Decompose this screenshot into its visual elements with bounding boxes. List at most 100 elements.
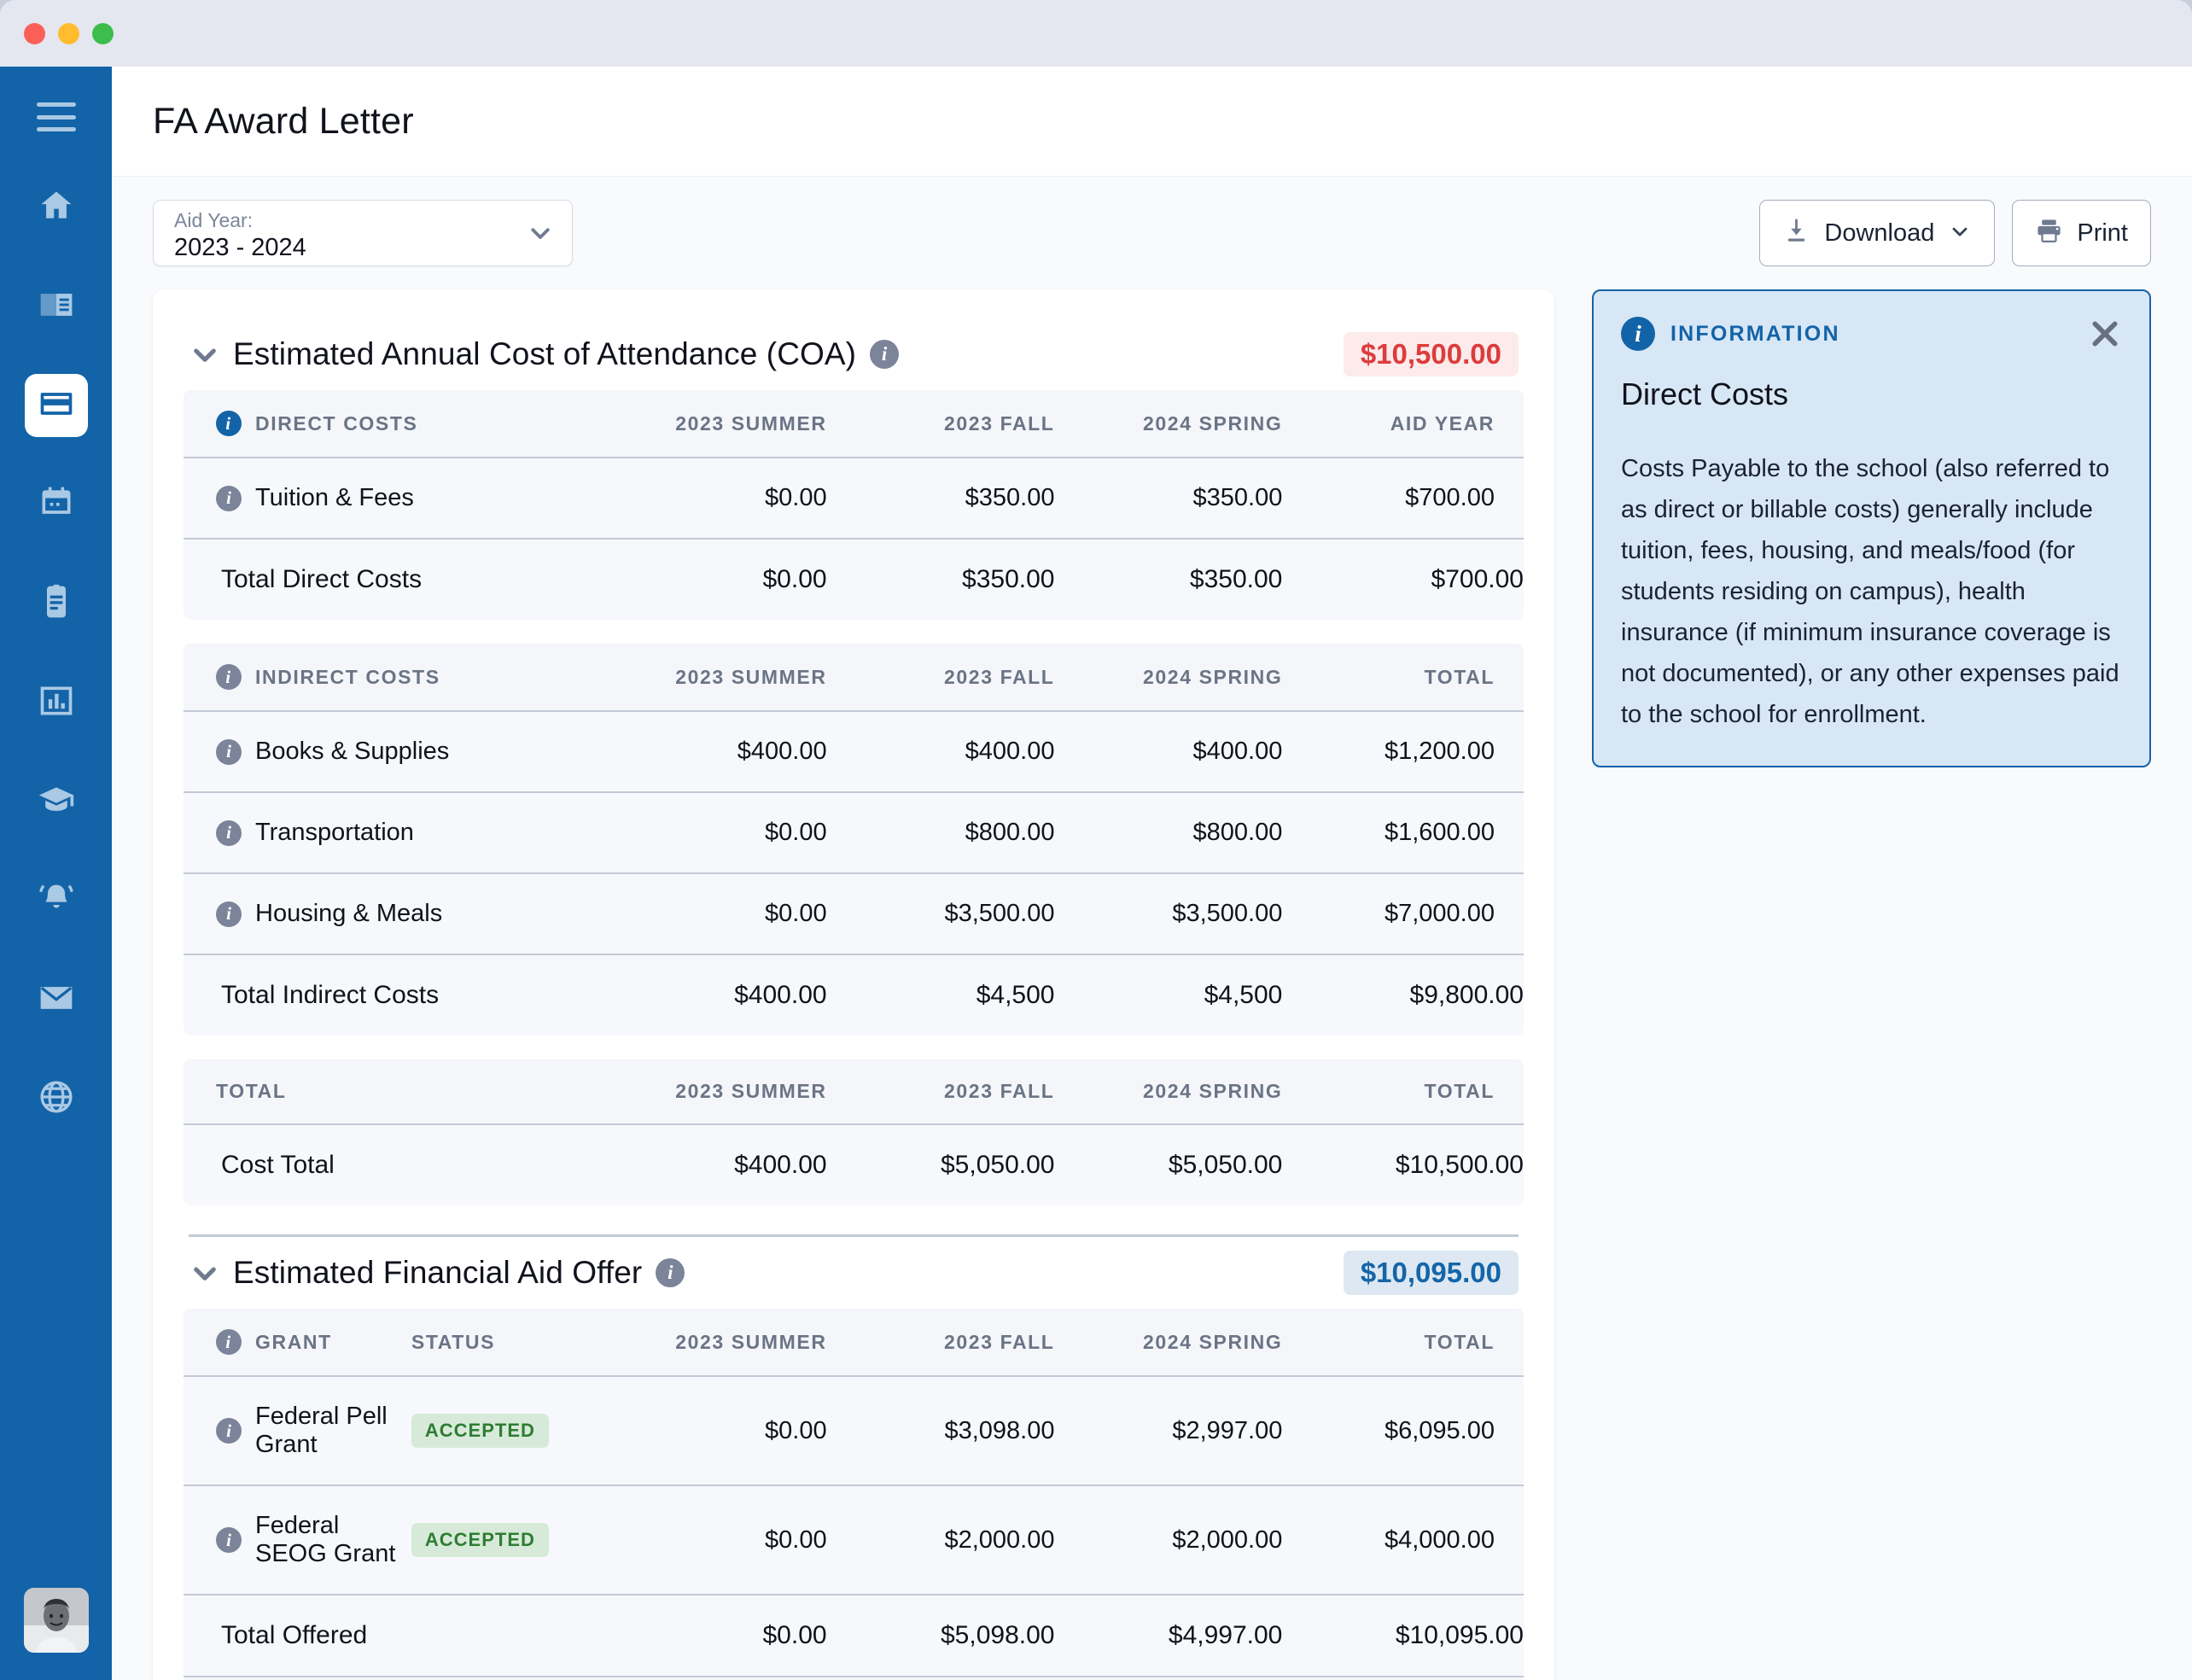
content-area: Estimated Annual Cost of Attendance (COA… bbox=[112, 289, 2192, 1680]
sidebar-nav bbox=[24, 176, 88, 1166]
cell-value: $7,000.00 bbox=[1282, 872, 1524, 954]
row-label: Total Offered bbox=[221, 1621, 368, 1649]
information-panel-body: Costs Payable to the school (also referr… bbox=[1621, 455, 2119, 728]
sidebar-item-financial-aid[interactable] bbox=[24, 374, 88, 437]
maximize-window-button[interactable] bbox=[92, 22, 114, 44]
column-header: 2023 SUMMER bbox=[598, 644, 827, 711]
award-letter-card: Estimated Annual Cost of Attendance (COA… bbox=[153, 289, 1554, 1680]
column-header: 2024 SPRING bbox=[1054, 1309, 1283, 1376]
info-icon[interactable]: i bbox=[656, 1258, 685, 1287]
chevron-down-icon[interactable] bbox=[189, 1257, 221, 1289]
sidebar-item-language[interactable] bbox=[25, 1067, 88, 1130]
row-label: Total Indirect Costs bbox=[221, 981, 440, 1009]
row-label: Federal SEOG Grant bbox=[255, 1512, 396, 1567]
coa-title: Estimated Annual Cost of Attendance (COA… bbox=[233, 336, 857, 371]
row-label: Books & Supplies bbox=[255, 738, 450, 765]
cell-value: $4,000.00 bbox=[1282, 1485, 1524, 1595]
offer-total-badge: $10,095.00 bbox=[1343, 1251, 1519, 1295]
row-label: Housing & Meals bbox=[255, 900, 443, 927]
cell-value: $5,050.00 bbox=[1054, 1123, 1283, 1205]
sidebar-item-tasks[interactable] bbox=[25, 572, 88, 635]
download-button[interactable]: Download bbox=[1759, 200, 1996, 266]
sidebar-item-home[interactable] bbox=[25, 176, 88, 239]
avatar[interactable] bbox=[23, 1588, 89, 1653]
info-icon[interactable]: i bbox=[216, 411, 242, 436]
table-row: i Housing & Meals $0.00 $3,500.00 $3,500… bbox=[184, 872, 1524, 954]
sidebar-item-reports[interactable] bbox=[25, 671, 88, 734]
sidebar-item-profile[interactable] bbox=[25, 275, 88, 338]
table-header-row: i GRANT STATUS 2023 SUMMER 2023 FALL 202… bbox=[184, 1309, 1524, 1376]
cell-value: $350.00 bbox=[1054, 457, 1283, 539]
printer-icon bbox=[2035, 217, 2063, 249]
cell-value: $700.00 bbox=[1282, 538, 1524, 620]
close-icon[interactable] bbox=[2088, 317, 2122, 351]
info-icon[interactable]: i bbox=[216, 664, 242, 690]
hamburger-menu-icon[interactable] bbox=[36, 102, 76, 131]
close-window-button[interactable] bbox=[24, 22, 45, 44]
cell-value: $350.00 bbox=[1054, 538, 1283, 620]
cell-value: $350.00 bbox=[826, 457, 1055, 539]
cell-value: $2,997.00 bbox=[1054, 1375, 1283, 1485]
aid-year-label: Aid Year: bbox=[174, 209, 254, 231]
chevron-down-icon bbox=[528, 220, 553, 246]
minimize-window-button[interactable] bbox=[58, 22, 79, 44]
sidebar-item-messages[interactable] bbox=[25, 968, 88, 1031]
offer-title: Estimated Financial Aid Offer bbox=[233, 1255, 643, 1290]
graduation-cap-icon bbox=[38, 781, 75, 823]
calendar-icon bbox=[38, 484, 75, 526]
info-icon[interactable]: i bbox=[216, 738, 242, 765]
info-icon[interactable]: i bbox=[216, 485, 242, 511]
cell-value: $3,098.00 bbox=[826, 1375, 1055, 1485]
info-icon[interactable]: i bbox=[216, 901, 242, 927]
column-header: TOTAL bbox=[1282, 1309, 1524, 1376]
cell-value: $0.00 bbox=[598, 791, 827, 873]
sidebar-item-notifications[interactable] bbox=[25, 869, 88, 932]
info-icon[interactable]: i bbox=[216, 1329, 242, 1355]
credit-card-icon bbox=[38, 385, 75, 427]
download-icon bbox=[1782, 217, 1810, 249]
column-header: TOTAL bbox=[1282, 644, 1524, 711]
coa-total-badge: $10,500.00 bbox=[1343, 332, 1519, 376]
info-icon[interactable]: i bbox=[216, 1527, 242, 1553]
column-header: TOTAL bbox=[1282, 1059, 1524, 1124]
globe-icon bbox=[38, 1078, 75, 1120]
table-total-row: Total Indirect Costs $400.00 $4,500 $4,5… bbox=[184, 954, 1524, 1035]
cell-value: $400.00 bbox=[598, 954, 827, 1035]
cell-value: $10,095.00 bbox=[1282, 1676, 1524, 1680]
avatar-photo bbox=[23, 1588, 89, 1653]
app-window: FA Award Letter Aid Year: 2023 - 2024 Do… bbox=[0, 0, 2192, 1680]
aid-year-select[interactable]: Aid Year: 2023 - 2024 bbox=[153, 200, 573, 266]
row-label: Cost Total bbox=[221, 1151, 335, 1179]
cell-value: $2,000.00 bbox=[1054, 1485, 1283, 1595]
cell-value: $350.00 bbox=[826, 538, 1055, 620]
column-header: 2024 SPRING bbox=[1054, 1059, 1283, 1124]
table-row: i Tuition & Fees $0.00 $350.00 $350.00 $… bbox=[184, 457, 1524, 539]
bell-icon bbox=[38, 880, 75, 922]
status-badge: ACCEPTED bbox=[411, 1523, 549, 1557]
cell-value: $3,500.00 bbox=[826, 872, 1055, 954]
cell-value: $2,000.00 bbox=[826, 1485, 1055, 1595]
sidebar-item-academics[interactable] bbox=[25, 770, 88, 833]
sidebar-item-calendar[interactable] bbox=[25, 473, 88, 536]
table-header-row: i DIRECT COSTS 2023 SUMMER 2023 FALL 202… bbox=[184, 390, 1524, 458]
cell-value: $5,098.00 bbox=[826, 1594, 1055, 1677]
table-row: i Federal SEOG Grant ACCEPTED $0.00 $2,0… bbox=[184, 1485, 1524, 1595]
chevron-down-icon[interactable] bbox=[189, 338, 221, 370]
cell-value: $1,200.00 bbox=[1282, 710, 1524, 792]
cell-value: $800.00 bbox=[826, 791, 1055, 873]
print-button[interactable]: Print bbox=[2012, 200, 2151, 266]
row-label: Tuition & Fees bbox=[255, 484, 414, 511]
info-icon[interactable]: i bbox=[216, 1418, 242, 1444]
info-icon[interactable]: i bbox=[870, 340, 900, 369]
chevron-down-icon bbox=[1948, 219, 1972, 248]
page-header: FA Award Letter bbox=[112, 67, 2192, 177]
column-header: TOTAL bbox=[216, 1080, 287, 1102]
column-header: 2023 SUMMER bbox=[598, 1309, 827, 1376]
id-card-icon bbox=[38, 286, 75, 328]
indirect-costs-table: i INDIRECT COSTS 2023 SUMMER 2023 FALL 2… bbox=[184, 644, 1524, 1035]
column-header: 2023 FALL bbox=[826, 1059, 1055, 1124]
window-titlebar bbox=[0, 0, 2192, 67]
info-icon: i bbox=[1621, 317, 1655, 351]
aid-year-value: 2023 - 2024 bbox=[174, 234, 306, 261]
info-icon[interactable]: i bbox=[216, 820, 242, 846]
